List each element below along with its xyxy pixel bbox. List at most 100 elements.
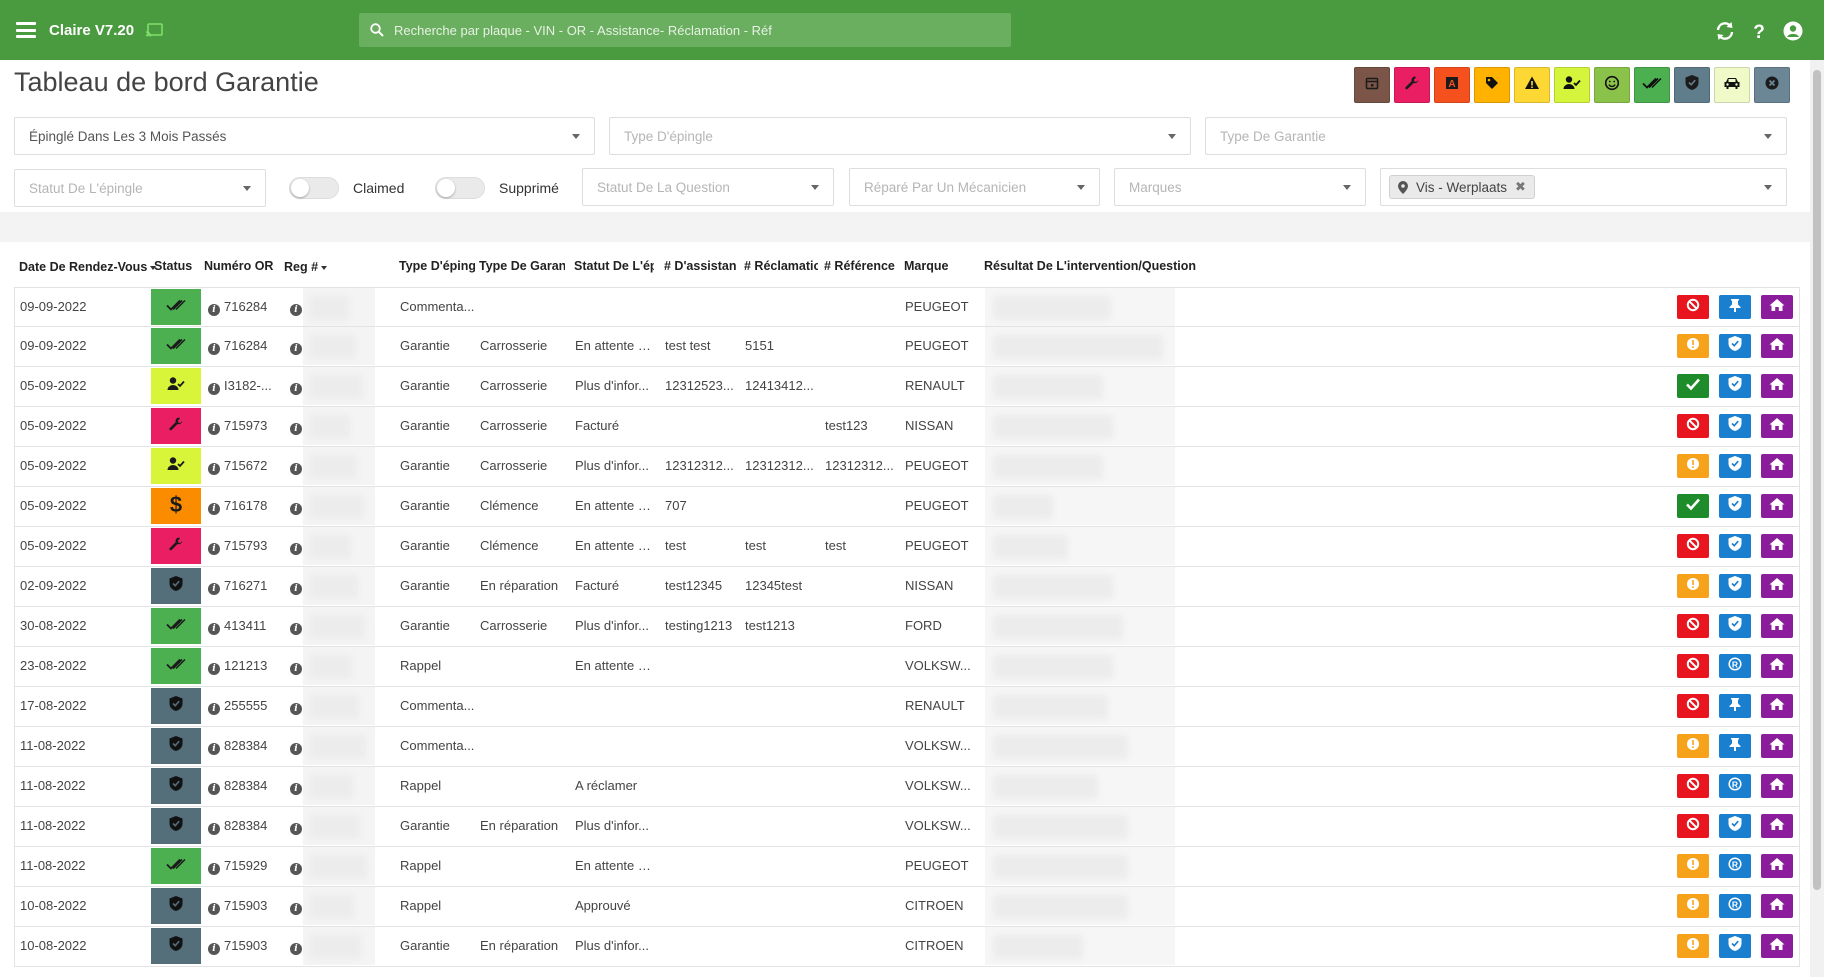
home-button[interactable] — [1761, 334, 1793, 358]
status-badge[interactable] — [151, 728, 201, 764]
status-badge[interactable] — [151, 888, 201, 924]
or-number-cell[interactable]: i 715903 — [208, 927, 284, 965]
header-reference[interactable]: # Référence — [824, 259, 904, 273]
header-date[interactable]: Date De Rendez-Vous — [19, 260, 159, 274]
home-button[interactable] — [1761, 734, 1793, 758]
page-scrollbar[interactable] — [1810, 60, 1824, 977]
search-input[interactable] — [394, 22, 984, 38]
status-flag-button[interactable] — [1677, 894, 1709, 918]
info-icon[interactable]: i — [290, 583, 302, 595]
or-number-cell[interactable]: i 828384 — [208, 807, 284, 845]
reg-info-cell[interactable]: i — [290, 767, 304, 805]
or-number-cell[interactable]: i 715793 — [208, 527, 284, 565]
info-icon[interactable]: i — [290, 663, 302, 675]
status-flag-button[interactable] — [1677, 295, 1709, 319]
info-icon[interactable]: i — [290, 743, 302, 755]
info-icon[interactable]: i — [208, 943, 220, 955]
status-badge[interactable] — [151, 848, 201, 884]
info-icon[interactable]: i — [208, 743, 220, 755]
filter-calendar-button[interactable] — [1354, 67, 1390, 103]
or-number-cell[interactable]: i 716178 — [208, 487, 284, 525]
table-row[interactable]: 05-09-2022 i I3182-... i Garantie Carross… — [14, 367, 1800, 407]
info-icon[interactable]: i — [208, 423, 220, 435]
status-badge[interactable] — [151, 448, 201, 484]
pin-action-button[interactable] — [1719, 494, 1751, 518]
status-flag-button[interactable] — [1677, 574, 1709, 598]
table-row[interactable]: 05-09-2022 i 715973 i Garantie Carrosseri… — [14, 407, 1800, 447]
info-icon[interactable]: i — [208, 623, 220, 635]
info-icon[interactable]: i — [290, 783, 302, 795]
reg-info-cell[interactable]: i — [290, 927, 304, 965]
table-row[interactable]: 02-09-2022 i 716271 i Garantie En réparat… — [14, 567, 1800, 607]
reg-info-cell[interactable]: i — [290, 727, 304, 765]
reg-info-cell[interactable]: i — [290, 447, 304, 485]
table-row[interactable]: 05-09-2022 i 715793 i Garantie Clémence E… — [14, 527, 1800, 567]
account-icon[interactable] — [1782, 20, 1804, 42]
header-result[interactable]: Résultat De L'intervention/Question — [984, 259, 1244, 273]
info-icon[interactable]: i — [208, 543, 220, 555]
info-icon[interactable]: i — [208, 903, 220, 915]
or-number-cell[interactable]: i 413411 — [208, 607, 284, 645]
header-assistance[interactable]: # D'assistance — [664, 259, 736, 273]
claimed-toggle[interactable] — [289, 177, 339, 199]
home-button[interactable] — [1761, 934, 1793, 958]
reg-info-cell[interactable]: i — [290, 327, 304, 365]
info-icon[interactable]: i — [290, 503, 302, 515]
info-icon[interactable]: i — [290, 863, 302, 875]
pin-action-button[interactable] — [1719, 534, 1751, 558]
reg-info-cell[interactable]: i — [290, 527, 304, 565]
home-button[interactable] — [1761, 295, 1793, 319]
status-badge[interactable] — [151, 568, 201, 604]
or-number-cell[interactable]: i 828384 — [208, 767, 284, 805]
info-icon[interactable]: i — [208, 863, 220, 875]
cast-icon[interactable] — [145, 23, 163, 37]
status-flag-button[interactable] — [1677, 734, 1709, 758]
table-row[interactable]: 10-08-2022 i 715903 i Garantie En réparat… — [14, 927, 1800, 967]
pin-action-button[interactable] — [1719, 374, 1751, 398]
status-badge[interactable] — [151, 408, 201, 444]
header-pin-status[interactable]: Statut De L'épingle — [574, 259, 654, 273]
info-icon[interactable]: i — [208, 304, 220, 316]
pin-action-button[interactable] — [1719, 614, 1751, 638]
status-badge[interactable] — [151, 808, 201, 844]
status-flag-button[interactable] — [1677, 454, 1709, 478]
help-icon[interactable]: ? — [1748, 20, 1770, 43]
home-button[interactable] — [1761, 694, 1793, 718]
info-icon[interactable]: i — [290, 543, 302, 555]
menu-icon[interactable] — [16, 22, 36, 38]
status-badge[interactable] — [151, 328, 201, 364]
status-flag-button[interactable] — [1677, 934, 1709, 958]
reg-info-cell[interactable]: i — [290, 407, 304, 445]
remove-chip-icon[interactable]: ✖ — [1515, 179, 1526, 195]
pin-action-button[interactable] — [1719, 414, 1751, 438]
reg-info-cell[interactable]: i — [290, 487, 304, 525]
status-badge[interactable] — [151, 648, 201, 684]
table-row[interactable]: 11-08-2022 i 715929 i Rappel En attente d… — [14, 847, 1800, 887]
repaired-by-select[interactable]: Réparé Par Un Mécanicien — [849, 168, 1100, 206]
status-flag-button[interactable] — [1677, 774, 1709, 798]
or-number-cell[interactable]: i 716271 — [208, 567, 284, 605]
info-icon[interactable]: i — [208, 823, 220, 835]
or-number-cell[interactable]: i 716284 — [208, 288, 284, 326]
location-chip[interactable]: Vis - Werplaats ✖ — [1389, 175, 1535, 199]
pin-type-select[interactable]: Type D'épingle — [609, 117, 1191, 155]
header-brand[interactable]: Marque — [904, 259, 984, 273]
warranty-type-select[interactable]: Type De Garantie — [1205, 117, 1787, 155]
home-button[interactable] — [1761, 894, 1793, 918]
or-number-cell[interactable]: i 715973 — [208, 407, 284, 445]
header-claim[interactable]: # Réclamation — [744, 259, 818, 273]
table-row[interactable]: 30-08-2022 i 413411 i Garantie Carrosseri… — [14, 607, 1800, 647]
table-row[interactable]: 09-09-2022 i 716284 i Garantie Carrosseri… — [14, 327, 1800, 367]
status-flag-button[interactable] — [1677, 494, 1709, 518]
info-icon[interactable]: i — [290, 304, 302, 316]
filter-wrench-button[interactable] — [1394, 67, 1430, 103]
info-icon[interactable]: i — [290, 623, 302, 635]
info-icon[interactable]: i — [208, 703, 220, 715]
or-number-cell[interactable]: i I3182-... — [208, 367, 284, 405]
filter-warning-button[interactable] — [1514, 67, 1550, 103]
or-number-cell[interactable]: i 716284 — [208, 327, 284, 365]
pin-action-button[interactable] — [1719, 334, 1751, 358]
status-flag-button[interactable] — [1677, 414, 1709, 438]
table-row[interactable]: 11-08-2022 i 828384 i Commenta... VOLKSW.… — [14, 727, 1800, 767]
info-icon[interactable]: i — [290, 343, 302, 355]
